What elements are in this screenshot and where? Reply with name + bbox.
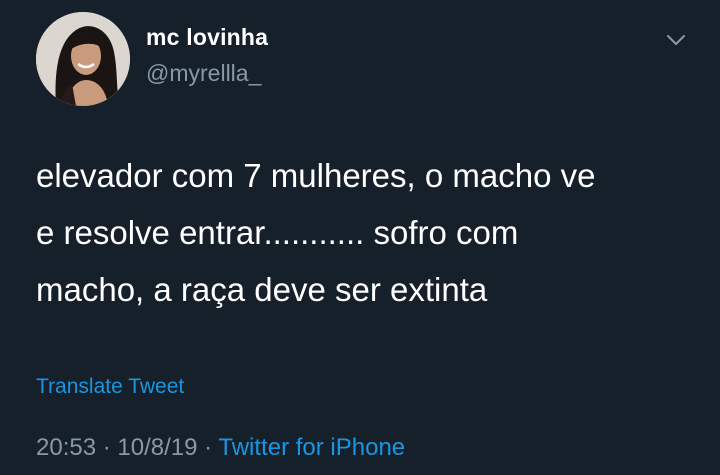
tweet-meta: 20:53 · 10/8/19 · Twitter for iPhone (36, 434, 405, 462)
user-handle[interactable]: @myrellla_ (146, 60, 261, 87)
tweet-text: elevador com 7 mulheres, o macho ve e re… (36, 157, 596, 308)
profile-photo-image (36, 12, 130, 106)
meta-separator: · (102, 434, 111, 461)
tweet-date: 10/8/19 (117, 434, 198, 461)
chevron-down-icon[interactable] (664, 30, 688, 50)
avatar[interactable] (36, 12, 130, 106)
display-name[interactable]: mc lovinha (146, 24, 268, 51)
tweet-time: 20:53 (36, 434, 97, 461)
translate-tweet-link[interactable]: Translate Tweet (36, 375, 184, 399)
meta-separator: · (204, 434, 213, 461)
tweet-card: mc lovinha @myrellla_ elevador com 7 mul… (0, 0, 720, 475)
tweet-source-link[interactable]: Twitter for iPhone (218, 434, 405, 461)
